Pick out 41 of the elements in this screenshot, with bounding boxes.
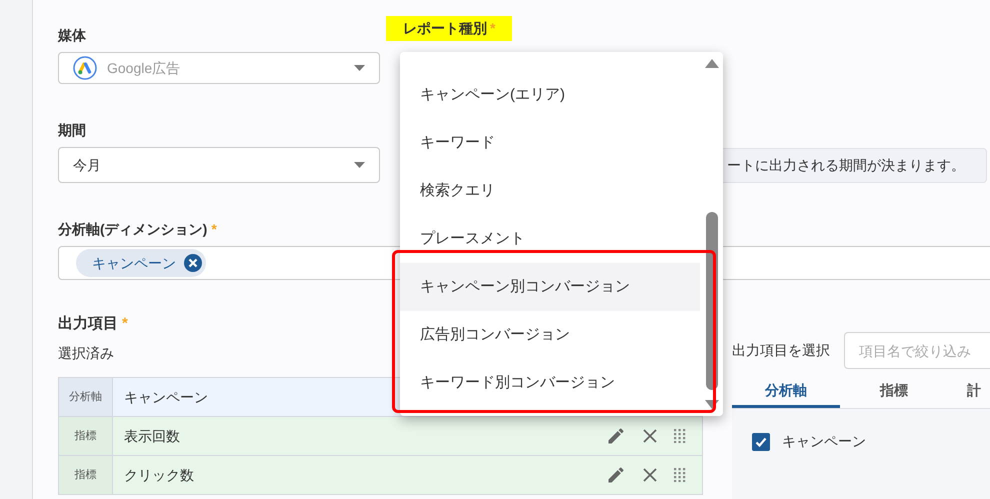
- dropdown-option[interactable]: キーワード別コンバージョン: [400, 359, 700, 407]
- dropdown-option[interactable]: キャンペーン(エリア): [400, 71, 700, 119]
- field-label: レポート種別 *: [386, 16, 512, 41]
- checkbox-label: キャンペーン: [782, 432, 866, 451]
- row-tag: 指標: [59, 417, 113, 455]
- picker-tab[interactable]: 指標: [840, 377, 948, 408]
- select-value: 今月: [73, 156, 102, 175]
- row-tag: 指標: [59, 456, 113, 494]
- edit-icon[interactable]: [606, 465, 626, 485]
- dropdown-caret-icon: [354, 65, 365, 72]
- row-name: キャンペーン: [124, 388, 208, 406]
- field-label: 期間: [58, 121, 86, 140]
- close-icon[interactable]: [642, 428, 658, 444]
- drag-handle-icon[interactable]: [674, 468, 686, 482]
- dropdown-option[interactable]: 広告別コンバージョン: [400, 311, 700, 359]
- field-label: 出力項目: [58, 315, 118, 333]
- section-caption: 選択済み: [58, 344, 114, 362]
- period-select[interactable]: 今月: [58, 147, 380, 184]
- field-label: 分析軸(ディメンション): [58, 220, 208, 238]
- row-name: 表示回数: [124, 426, 180, 446]
- row-tag: 分析軸: [59, 378, 113, 416]
- dropdown-caret-icon: [354, 162, 365, 168]
- field-label: 媒体: [58, 26, 86, 44]
- required-mark: *: [122, 315, 128, 333]
- scroll-up-icon[interactable]: [705, 59, 719, 68]
- dropdown-option[interactable]: プレースメント: [400, 215, 700, 263]
- select-value: Google広告: [107, 58, 182, 78]
- edit-icon[interactable]: [606, 426, 626, 446]
- checkbox[interactable]: [752, 432, 770, 450]
- picker-tab[interactable]: 計: [967, 377, 981, 408]
- search-field[interactable]: 項目名で絞り込み: [844, 332, 990, 369]
- scroll-down-icon[interactable]: [705, 400, 719, 409]
- required-mark: *: [211, 220, 217, 238]
- picker-label: 出力項目を選択: [732, 341, 830, 360]
- dropdown-option[interactable]: キャンペーン別コンバージョン: [400, 263, 700, 311]
- row-name: クリック数: [124, 466, 194, 484]
- close-icon[interactable]: [642, 467, 658, 483]
- remove-chip-icon[interactable]: [184, 254, 202, 272]
- drag-handle-icon[interactable]: [674, 429, 686, 443]
- dimension-chip[interactable]: キャンペーン: [76, 249, 206, 278]
- google-ads-logo-icon: [73, 56, 97, 80]
